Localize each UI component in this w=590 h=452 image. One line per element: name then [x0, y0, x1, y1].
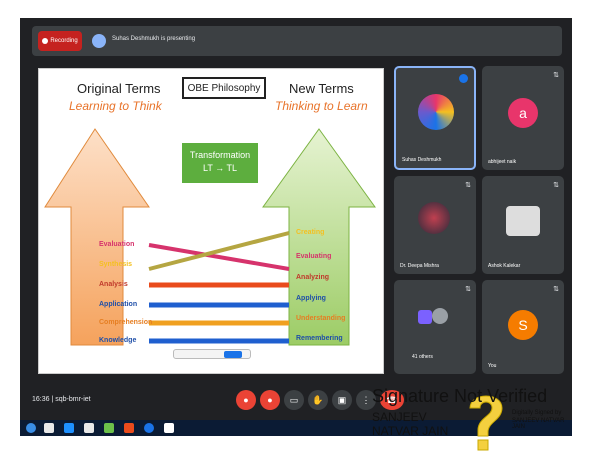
present-button[interactable]: ▣ [332, 390, 352, 410]
participant-name: Suhas Deshmukh [402, 157, 442, 163]
right-term: Creating [296, 229, 325, 236]
participant-avatar [418, 202, 450, 234]
signature-overlay: Signature Not Verified SANJEEV NATVAR JA… [372, 372, 590, 452]
speaking-indicator-icon [459, 74, 468, 83]
left-term: Application [99, 301, 138, 308]
left-term: Evaluation [99, 241, 135, 248]
signature-title: Signature Not Verified [372, 386, 548, 406]
folder-icon[interactable] [84, 423, 94, 433]
media-icon[interactable] [104, 423, 114, 433]
document-icon[interactable] [164, 423, 174, 433]
participant-avatar: S [508, 310, 538, 340]
right-term: Remembering [296, 335, 343, 342]
participant-tile[interactable]: ⇅ Ashok Kalekar [482, 176, 564, 274]
mic-off-icon: ⇅ [465, 286, 471, 293]
mic-off-icon: ⇅ [465, 182, 471, 189]
others-avatar-icon [432, 308, 448, 324]
participant-tile[interactable]: ⇅ Dr. Deepa Mishra [394, 176, 476, 274]
transformation-box: Transformation LT → TL [182, 143, 258, 183]
participant-name: Dr. Deepa Mishra [400, 263, 439, 269]
record-dot-icon [42, 38, 49, 44]
right-term: Analyzing [296, 274, 330, 281]
participant-name: Ashok Kalekar [488, 263, 521, 269]
left-orange-arrow [44, 128, 150, 346]
mic-off-icon: ⇅ [553, 286, 559, 293]
right-term: Understanding [296, 315, 346, 322]
recording-button[interactable]: Recording [38, 31, 82, 51]
others-count: 41 others [412, 354, 433, 360]
left-subtitle: Learning to Think [69, 99, 162, 113]
signer-name-line-2: NATVAR JAIN [372, 424, 449, 438]
participant-avatar [418, 94, 454, 130]
presenter-avatar-icon [92, 34, 106, 48]
avatar-letter: S [518, 317, 528, 333]
right-subtitle: Thinking to Learn [275, 99, 368, 113]
right-term: Applying [296, 295, 326, 302]
participant-tile-others[interactable]: ⇅ 41 others [394, 280, 476, 374]
center-title: OBE Philosophy [182, 77, 266, 99]
left-term: Analysis [99, 281, 128, 288]
top-bar: Recording Suhas Deshmukh is presenting [32, 26, 562, 56]
camera-toggle-button[interactable]: ● [260, 390, 280, 410]
participant-tile-self[interactable]: S ⇅ You [482, 280, 564, 374]
slide-graphics [44, 128, 376, 346]
participant-avatar: a [508, 98, 538, 128]
slide-mini-toolbar-button[interactable] [224, 351, 242, 358]
mic-off-icon: ⇅ [553, 72, 559, 79]
digitally-signed-text: Digitally Signed by [512, 410, 562, 416]
ie-browser-icon[interactable] [64, 423, 74, 433]
slide-mini-toolbar[interactable] [173, 349, 251, 359]
participant-tile[interactable]: a ⇅ abhijeet naik [482, 66, 564, 170]
start-icon[interactable] [26, 423, 36, 433]
participant-avatar [506, 206, 540, 236]
transformation-line-1: Transformation [189, 150, 251, 160]
signer-name-line-1: SANJEEV [372, 410, 427, 424]
captions-button[interactable]: ▭ [284, 390, 304, 410]
raise-hand-button[interactable]: ✋ [308, 390, 328, 410]
left-term: Knowledge [99, 337, 137, 344]
meeting-time-code: 16:36 | sqb-bmr-iet [32, 396, 91, 403]
signer-small-name-2: JAIN [512, 424, 526, 430]
left-term: Synthesis [99, 261, 133, 268]
mic-off-icon: ⇅ [553, 182, 559, 189]
participant-name: You [488, 363, 497, 369]
left-title: Original Terms [77, 81, 161, 96]
presenter-status-text: Suhas Deshmukh is presenting [112, 36, 196, 42]
others-avatar-icon [418, 310, 432, 324]
app-icon[interactable] [124, 423, 134, 433]
left-term: Comprehension [99, 319, 153, 326]
explorer-icon[interactable] [44, 423, 54, 433]
participant-name: abhijeet naik [488, 159, 517, 165]
recording-label: Recording [50, 38, 78, 44]
right-title: New Terms [289, 81, 354, 96]
chrome-icon[interactable] [144, 423, 154, 433]
right-term: Evaluating [296, 253, 332, 260]
transformation-line-2: LT → TL [202, 163, 237, 173]
presentation-slide: Original Terms Learning to Think OBE Phi… [38, 68, 384, 374]
participant-tile[interactable]: Suhas Deshmukh [394, 66, 476, 170]
mic-toggle-button[interactable]: ● [236, 390, 256, 410]
avatar-letter: a [519, 105, 527, 121]
